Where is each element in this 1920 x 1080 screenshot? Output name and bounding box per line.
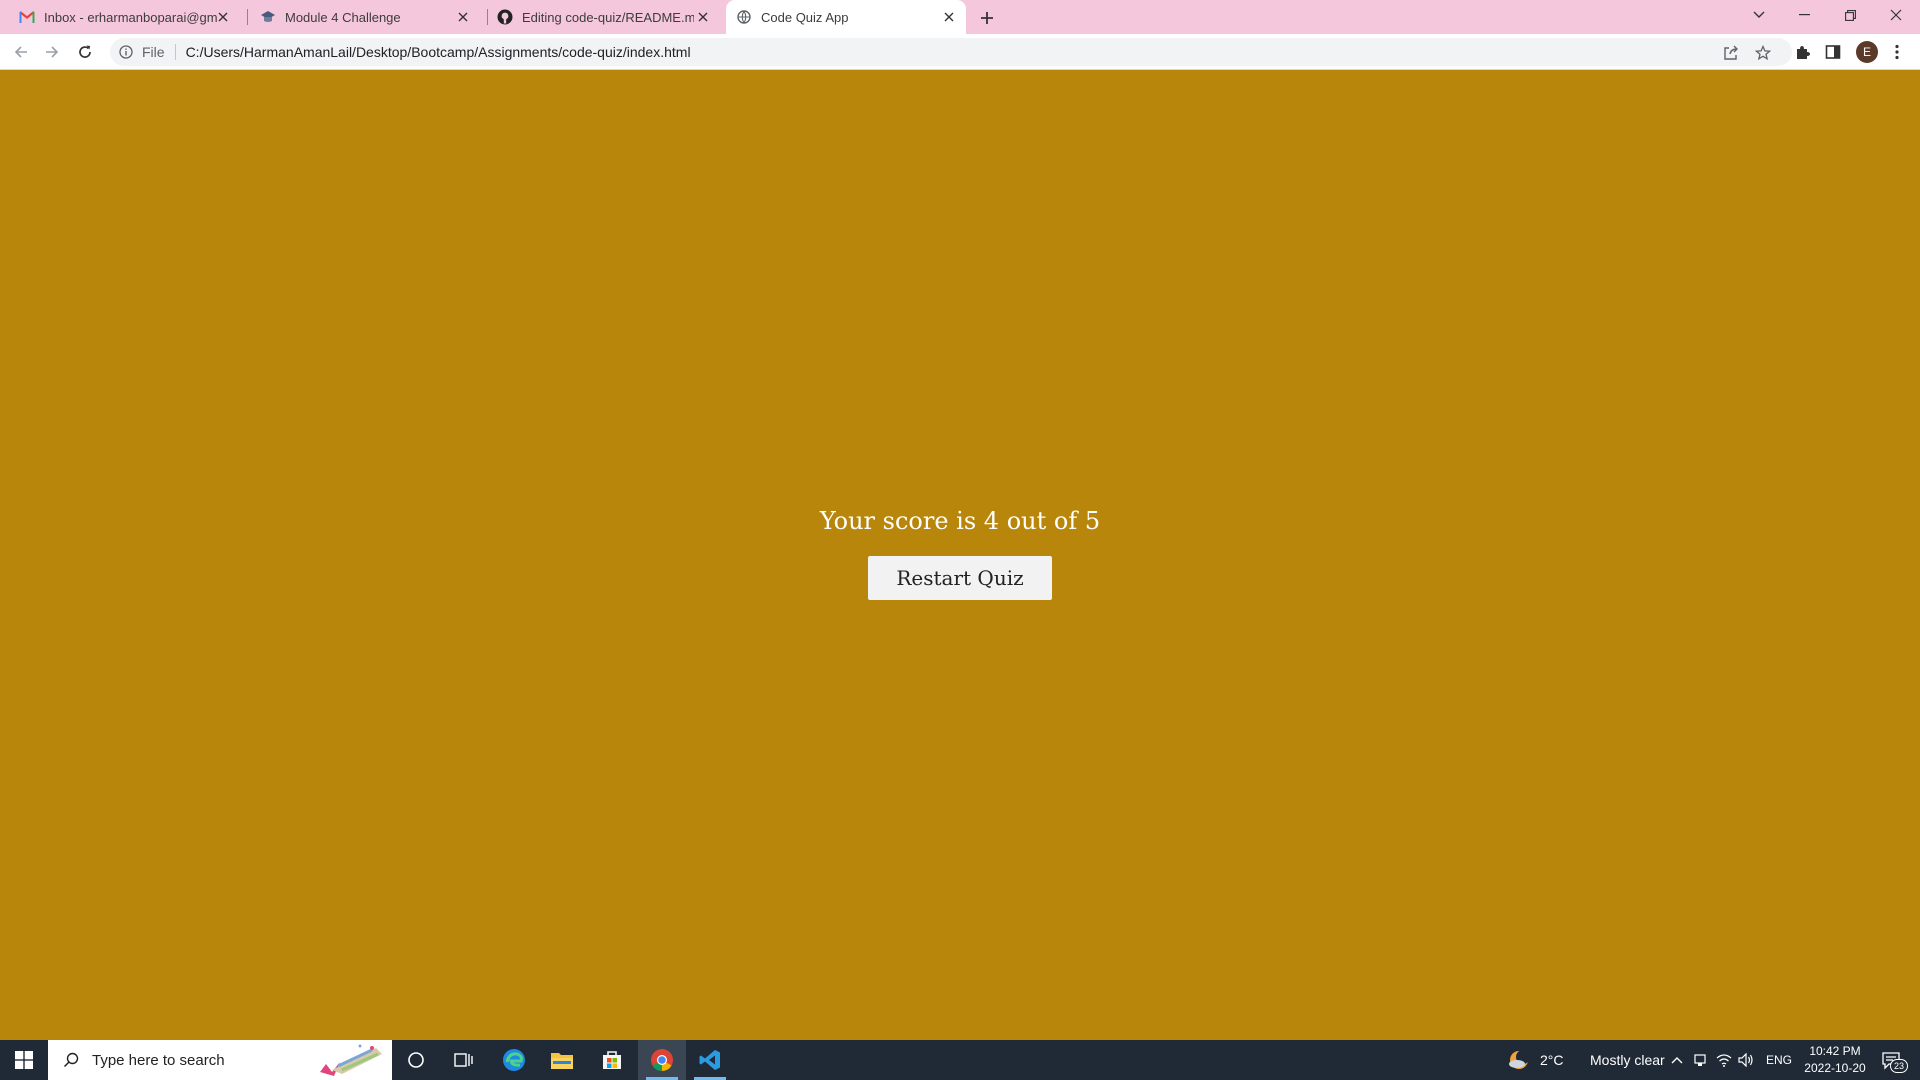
microsoft-store-icon[interactable] (588, 1040, 636, 1080)
weather-condition[interactable]: Mostly clear (1590, 1040, 1665, 1080)
meet-now-icon[interactable] (1692, 1051, 1710, 1069)
file-explorer-icon[interactable] (538, 1040, 586, 1080)
chevron-up-icon[interactable] (1668, 1051, 1686, 1069)
bootcamp-icon (260, 9, 276, 25)
weather-temp[interactable]: 2°C (1540, 1040, 1564, 1080)
scheme-label: File (142, 44, 165, 60)
edge-browser-icon[interactable] (490, 1040, 538, 1080)
search-placeholder: Type here to search (92, 1051, 225, 1069)
new-tab-button[interactable] (976, 7, 998, 29)
cortana-circle-icon[interactable] (392, 1040, 440, 1080)
close-tab-icon[interactable] (941, 9, 957, 25)
score-text: Your score is 4 out of 5 (819, 507, 1101, 535)
reload-icon[interactable] (75, 42, 95, 62)
close-tab-icon[interactable] (215, 9, 231, 25)
tab-search-chevron-icon[interactable] (1747, 4, 1771, 26)
tab-title: Code Quiz App (761, 9, 849, 25)
close-window-icon[interactable] (1884, 4, 1908, 26)
restore-icon[interactable] (1838, 4, 1862, 26)
share-icon[interactable] (1722, 44, 1740, 62)
browser-toolbar: File C:/Users/HarmanAmanLail/Desktop/Boo… (0, 34, 1920, 70)
tab-strip: Inbox - erharmanboparai@gmail.com Module… (0, 0, 1920, 34)
restart-quiz-button[interactable]: Restart Quiz (868, 556, 1052, 600)
wifi-icon[interactable] (1715, 1051, 1733, 1069)
chrome-icon[interactable] (638, 1040, 686, 1080)
address-bar[interactable]: File C:/Users/HarmanAmanLail/Desktop/Boo… (110, 38, 1792, 66)
github-icon (497, 9, 513, 25)
gmail-icon (19, 9, 35, 25)
profile-avatar[interactable]: E (1856, 41, 1878, 63)
bookmark-star-icon[interactable] (1754, 44, 1772, 62)
clock-date: 2022-10-20 (1804, 1061, 1866, 1075)
info-icon[interactable] (118, 44, 134, 60)
tab-gmail[interactable]: Inbox - erharmanboparai@gmail.com (0, 0, 240, 34)
task-view-icon[interactable] (440, 1040, 488, 1080)
tab-title: Module 4 Challenge (285, 9, 401, 25)
notification-count-badge: 23 (1890, 1059, 1909, 1073)
more-menu-icon[interactable] (1887, 42, 1907, 62)
close-tab-icon[interactable] (695, 9, 711, 25)
search-icon (62, 1051, 80, 1069)
vscode-icon[interactable] (686, 1040, 734, 1080)
clock-time: 10:42 PM (1809, 1044, 1861, 1058)
taskbar-clock[interactable]: 10:42 PM 2022-10-20 (1800, 1043, 1870, 1077)
url-text[interactable]: C:/Users/HarmanAmanLail/Desktop/Bootcamp… (186, 44, 691, 60)
tab-title: Inbox - erharmanboparai@gmail.com (44, 9, 218, 25)
extensions-puzzle-icon[interactable] (1792, 42, 1812, 62)
tab-code-quiz-app[interactable]: Code Quiz App (726, 0, 966, 34)
taskbar-search-box[interactable]: Type here to search (48, 1040, 392, 1080)
windows-taskbar: Type here to search 2°C Mostly clear ENG… (0, 1040, 1920, 1080)
tab-module-4-challenge[interactable]: Module 4 Challenge (240, 0, 480, 34)
back-arrow-icon[interactable] (11, 42, 31, 62)
windows-start-icon[interactable] (0, 1040, 48, 1080)
notifications-icon[interactable]: 23 (1880, 1050, 1909, 1073)
search-highlight-art-icon (320, 1044, 382, 1076)
weather-moon-icon[interactable] (1508, 1049, 1530, 1071)
tab-title: Editing code-quiz/README.md at main (522, 9, 694, 25)
quiz-page: Your score is 4 out of 5 Restart Quiz (0, 70, 1920, 1040)
address-divider (174, 44, 176, 60)
volume-icon[interactable] (1737, 1051, 1755, 1069)
globe-icon (736, 9, 752, 25)
close-tab-icon[interactable] (455, 9, 471, 25)
minimize-icon[interactable] (1792, 4, 1816, 26)
side-panel-icon[interactable] (1823, 42, 1843, 62)
forward-arrow-icon[interactable] (42, 42, 62, 62)
language-indicator[interactable]: ENG (1766, 1040, 1792, 1080)
tab-github-editing[interactable]: Editing code-quiz/README.md at main (480, 0, 720, 34)
